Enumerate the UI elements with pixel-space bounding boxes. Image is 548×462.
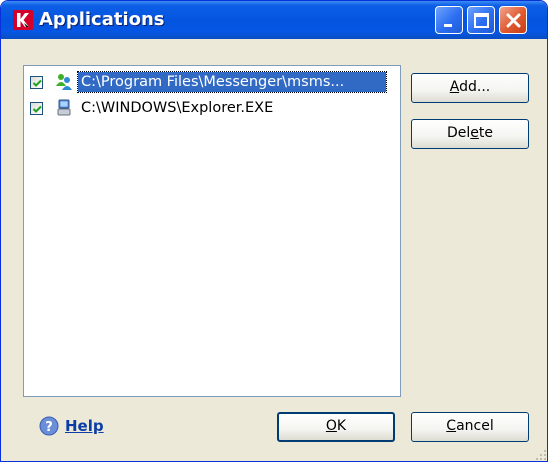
delete-label-mnemonic: e [470, 125, 479, 141]
minimize-button[interactable] [435, 6, 463, 34]
ok-label-rest: K [336, 418, 347, 434]
maximize-button[interactable] [467, 6, 495, 34]
messenger-icon [56, 74, 72, 90]
applications-dialog: Applications C:\Program Files\Messenger\… [0, 0, 548, 462]
item-path: C:\Program Files\Messenger\msms... [77, 71, 387, 93]
maximize-icon [474, 13, 489, 28]
delete-button[interactable]: Delete [411, 119, 529, 149]
item-checkbox[interactable] [30, 102, 43, 115]
delete-label-rest: te [478, 125, 494, 141]
cancel-label-rest: ancel [456, 418, 494, 434]
close-button[interactable] [499, 6, 527, 34]
title-bar[interactable]: Applications [1, 1, 547, 39]
resize-grip-icon[interactable] [533, 447, 547, 461]
delete-label-prefix: Del [446, 125, 471, 141]
checkmark-icon [32, 79, 42, 87]
applications-list[interactable]: C:\Program Files\Messenger\msms... C:\WI… [23, 65, 401, 397]
kaspersky-logo-icon [13, 10, 33, 30]
add-button[interactable]: Add... [411, 73, 529, 103]
cancel-label-mnemonic: C [446, 418, 457, 434]
item-checkbox[interactable] [30, 76, 43, 89]
help-label: Help [65, 417, 104, 435]
svg-text:?: ? [45, 420, 53, 435]
close-icon [506, 13, 521, 28]
help-icon: ? [39, 416, 59, 436]
add-label-mnemonic: A [449, 79, 460, 95]
add-label-rest: dd... [459, 79, 491, 95]
minimize-icon [444, 24, 452, 27]
window-title: Applications [39, 9, 165, 30]
item-path: C:\WINDOWS\Explorer.EXE [81, 100, 274, 116]
explorer-icon [57, 99, 71, 116]
cancel-button[interactable]: Cancel [411, 412, 529, 442]
ok-label-mnemonic: O [325, 418, 337, 434]
checkmark-icon [32, 105, 42, 113]
ok-button[interactable]: OK [277, 412, 395, 442]
